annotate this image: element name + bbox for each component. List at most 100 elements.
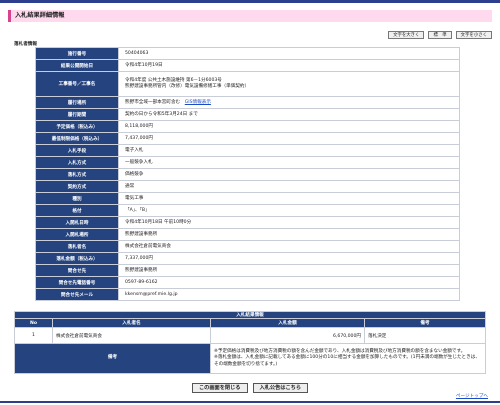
detail-value: 0597-89-6162	[125, 279, 158, 285]
remarks-line-2: ※落札金額は、入札金額に記載してある金額に100分の10に相当する金額を加算した…	[214, 355, 480, 367]
remarks-text: ※予定価格は消費税及び地方消費税の額を含んだ金額であり、入札金額は消費税及び地方…	[210, 343, 486, 374]
font-smaller-button[interactable]: 文字を小さく	[455, 31, 492, 39]
detail-label: 予定価格（税込み）	[35, 120, 119, 133]
detail-value: 50404063	[125, 50, 149, 56]
close-window-button[interactable]: この画面を閉じる	[191, 383, 248, 393]
detail-value-cell: 熊野市全域一部本宮町含む GIS情報表示	[118, 96, 460, 109]
detail-label: 入開札場所	[35, 228, 119, 241]
results-header-name: 入札者名	[52, 318, 211, 328]
results-table: 入札結果情報 No 入札者名 入札金額 備考 1 株式会社倉前電気商会 6,67…	[14, 311, 486, 374]
detail-row: 問合せ先電話番号 0597-89-6162	[35, 276, 460, 289]
detail-value-cell: 7,337,000円	[118, 252, 460, 265]
detail-label: 結果公開開始日	[35, 59, 119, 72]
result-amount: 6,670,000円	[210, 327, 365, 344]
result-name: 株式会社倉前電気商会	[52, 327, 211, 344]
detail-value-cell: 電気工事	[118, 192, 460, 205]
detail-row: 落札金額（税込み） 7,337,000円	[35, 252, 460, 265]
top-bar	[0, 0, 500, 3]
detail-value-cell: 令和4年10月18日 午前10時0分	[118, 216, 460, 229]
detail-table: 施行番号 50404063 結果公開開始日 令和4年10月19日 工事番号／工事名 令和4…	[35, 47, 460, 301]
detail-label: 問合せ先	[35, 264, 119, 277]
detail-value-cell: 契約の日から令和5年3月24日 まで	[118, 108, 460, 121]
results-caption: 入札結果情報	[14, 311, 486, 319]
bottom-bar	[0, 401, 500, 403]
detail-label: 入札手段	[35, 144, 119, 157]
detail-value: 8,118,000円	[125, 123, 153, 129]
detail-value: 令和4年10月19日	[125, 62, 163, 68]
detail-value: 株式会社倉前電気商会	[125, 243, 171, 249]
detail-label: 契約方式	[35, 180, 119, 193]
detail-value: kkensm@pref.mie.lg.jp	[125, 291, 178, 297]
detail-value: 電気工事	[125, 195, 144, 201]
detail-value: 7,437,000円	[125, 135, 153, 141]
detail-value-cell: 8,118,000円	[118, 120, 460, 133]
bid-notice-button[interactable]: 入札公告はこちら	[252, 383, 309, 393]
detail-row: 種別 電気工事	[35, 192, 460, 205]
page-top-link[interactable]: ページトップへ	[456, 393, 488, 399]
detail-row: 入開札日時 令和4年10月18日 午前10時0分	[35, 216, 460, 229]
detail-label: 落札方式	[35, 168, 119, 181]
detail-value-cell: 熊野建設事務所	[118, 264, 460, 277]
detail-value-cell: 通常	[118, 180, 460, 193]
detail-value: 契約の日から令和5年3月24日 まで	[125, 111, 198, 117]
detail-label: 入札方式	[35, 156, 119, 169]
detail-label: 施行番号	[35, 47, 119, 60]
detail-label: 問合せ先電話番号	[35, 276, 119, 289]
detail-row: 最低制限価格（税込み） 7,437,000円	[35, 132, 460, 145]
detail-value: 熊野建設事務所	[125, 267, 158, 273]
detail-value: 熊野市全域一部本宮町含む	[125, 99, 181, 105]
detail-value-cell: 令和4年10月19日	[118, 59, 460, 72]
detail-row: 入札方式 一般競争入札	[35, 156, 460, 169]
results-header-no: No	[14, 318, 53, 328]
detail-value-line-2: 熊野建設事務所管内（改修）電気設備修繕工事（単価契約）	[125, 84, 250, 89]
detail-value-cell: 0597-89-6162	[118, 276, 460, 289]
detail-value-cell: 「A」、「B」	[118, 204, 460, 217]
detail-value-cell: kkensm@pref.mie.lg.jp	[118, 288, 460, 301]
detail-row: 結果公開開始日 令和4年10月19日	[35, 59, 460, 72]
detail-label: 格付	[35, 204, 119, 217]
detail-value-cell: 電子入札	[118, 144, 460, 157]
gis-info-link[interactable]: GIS情報表示	[185, 100, 211, 105]
action-buttons: この画面を閉じる 入札公告はこちら	[0, 383, 500, 393]
font-standard-button[interactable]: 標 準	[428, 31, 452, 39]
detail-value: 熊野建設事務所	[125, 231, 158, 237]
detail-label: 問合せ先メール	[35, 288, 119, 301]
detail-value-cell: 50404063	[118, 47, 460, 60]
detail-value: 電子入札	[125, 147, 144, 153]
font-larger-button[interactable]: 文字を大きく	[388, 31, 425, 39]
detail-value-cell: 7,437,000円	[118, 132, 460, 145]
detail-label: 種別	[35, 192, 119, 205]
detail-row: 格付 「A」、「B」	[35, 204, 460, 217]
detail-row: 入開札場所 熊野建設事務所	[35, 228, 460, 241]
detail-value: 一般競争入札	[125, 159, 153, 165]
detail-row: 落札者名 株式会社倉前電気商会	[35, 240, 460, 253]
remarks-row: 備考 ※予定価格は消費税及び地方消費税の額を含んだ金額であり、入札金額は消費税及…	[14, 343, 486, 374]
detail-row: 落札方式 価格競争	[35, 168, 460, 181]
detail-row: 入札手段 電子入札	[35, 144, 460, 157]
result-note: 落札決定	[364, 327, 486, 344]
results-header-amount: 入札金額	[210, 318, 365, 328]
detail-value: 通常	[125, 183, 135, 189]
detail-label: 落札金額（税込み）	[35, 252, 119, 265]
detail-value: 「A」、「B」	[125, 207, 150, 213]
section-label: 落札者情報	[14, 42, 37, 47]
detail-label: 工事番号／工事名	[35, 71, 119, 97]
detail-label: 最低制限価格（税込み）	[35, 132, 119, 145]
detail-label: 履行期間	[35, 108, 119, 121]
detail-row: 履行場所 熊野市全域一部本宮町含む GIS情報表示	[35, 96, 460, 109]
result-no: 1	[14, 327, 53, 344]
detail-row: 履行期間 契約の日から令和5年3月24日 まで	[35, 108, 460, 121]
detail-value: 価格競争	[125, 171, 144, 177]
detail-value: 7,337,000円	[125, 255, 153, 261]
detail-row: 問合せ先メール kkensm@pref.mie.lg.jp	[35, 288, 460, 301]
detail-value-cell: 一般競争入札	[118, 156, 460, 169]
detail-row: 契約方式 通常	[35, 180, 460, 193]
detail-row: 予定価格（税込み） 8,118,000円	[35, 120, 460, 133]
detail-value-cell: 株式会社倉前電気商会	[118, 240, 460, 253]
detail-label: 入開札日時	[35, 216, 119, 229]
detail-row: 問合せ先 熊野建設事務所	[35, 264, 460, 277]
detail-value-cell: 熊野建設事務所	[118, 228, 460, 241]
page-title: 入札結果詳細情報	[8, 10, 492, 22]
detail-value-cell: 令和4年度 公共土木施設維持 第6－1分6003号 熊野建設事務所管内（改修）電気…	[118, 71, 460, 97]
font-size-controls: 文字を大きく 標 準 文字を小さく	[388, 31, 492, 39]
